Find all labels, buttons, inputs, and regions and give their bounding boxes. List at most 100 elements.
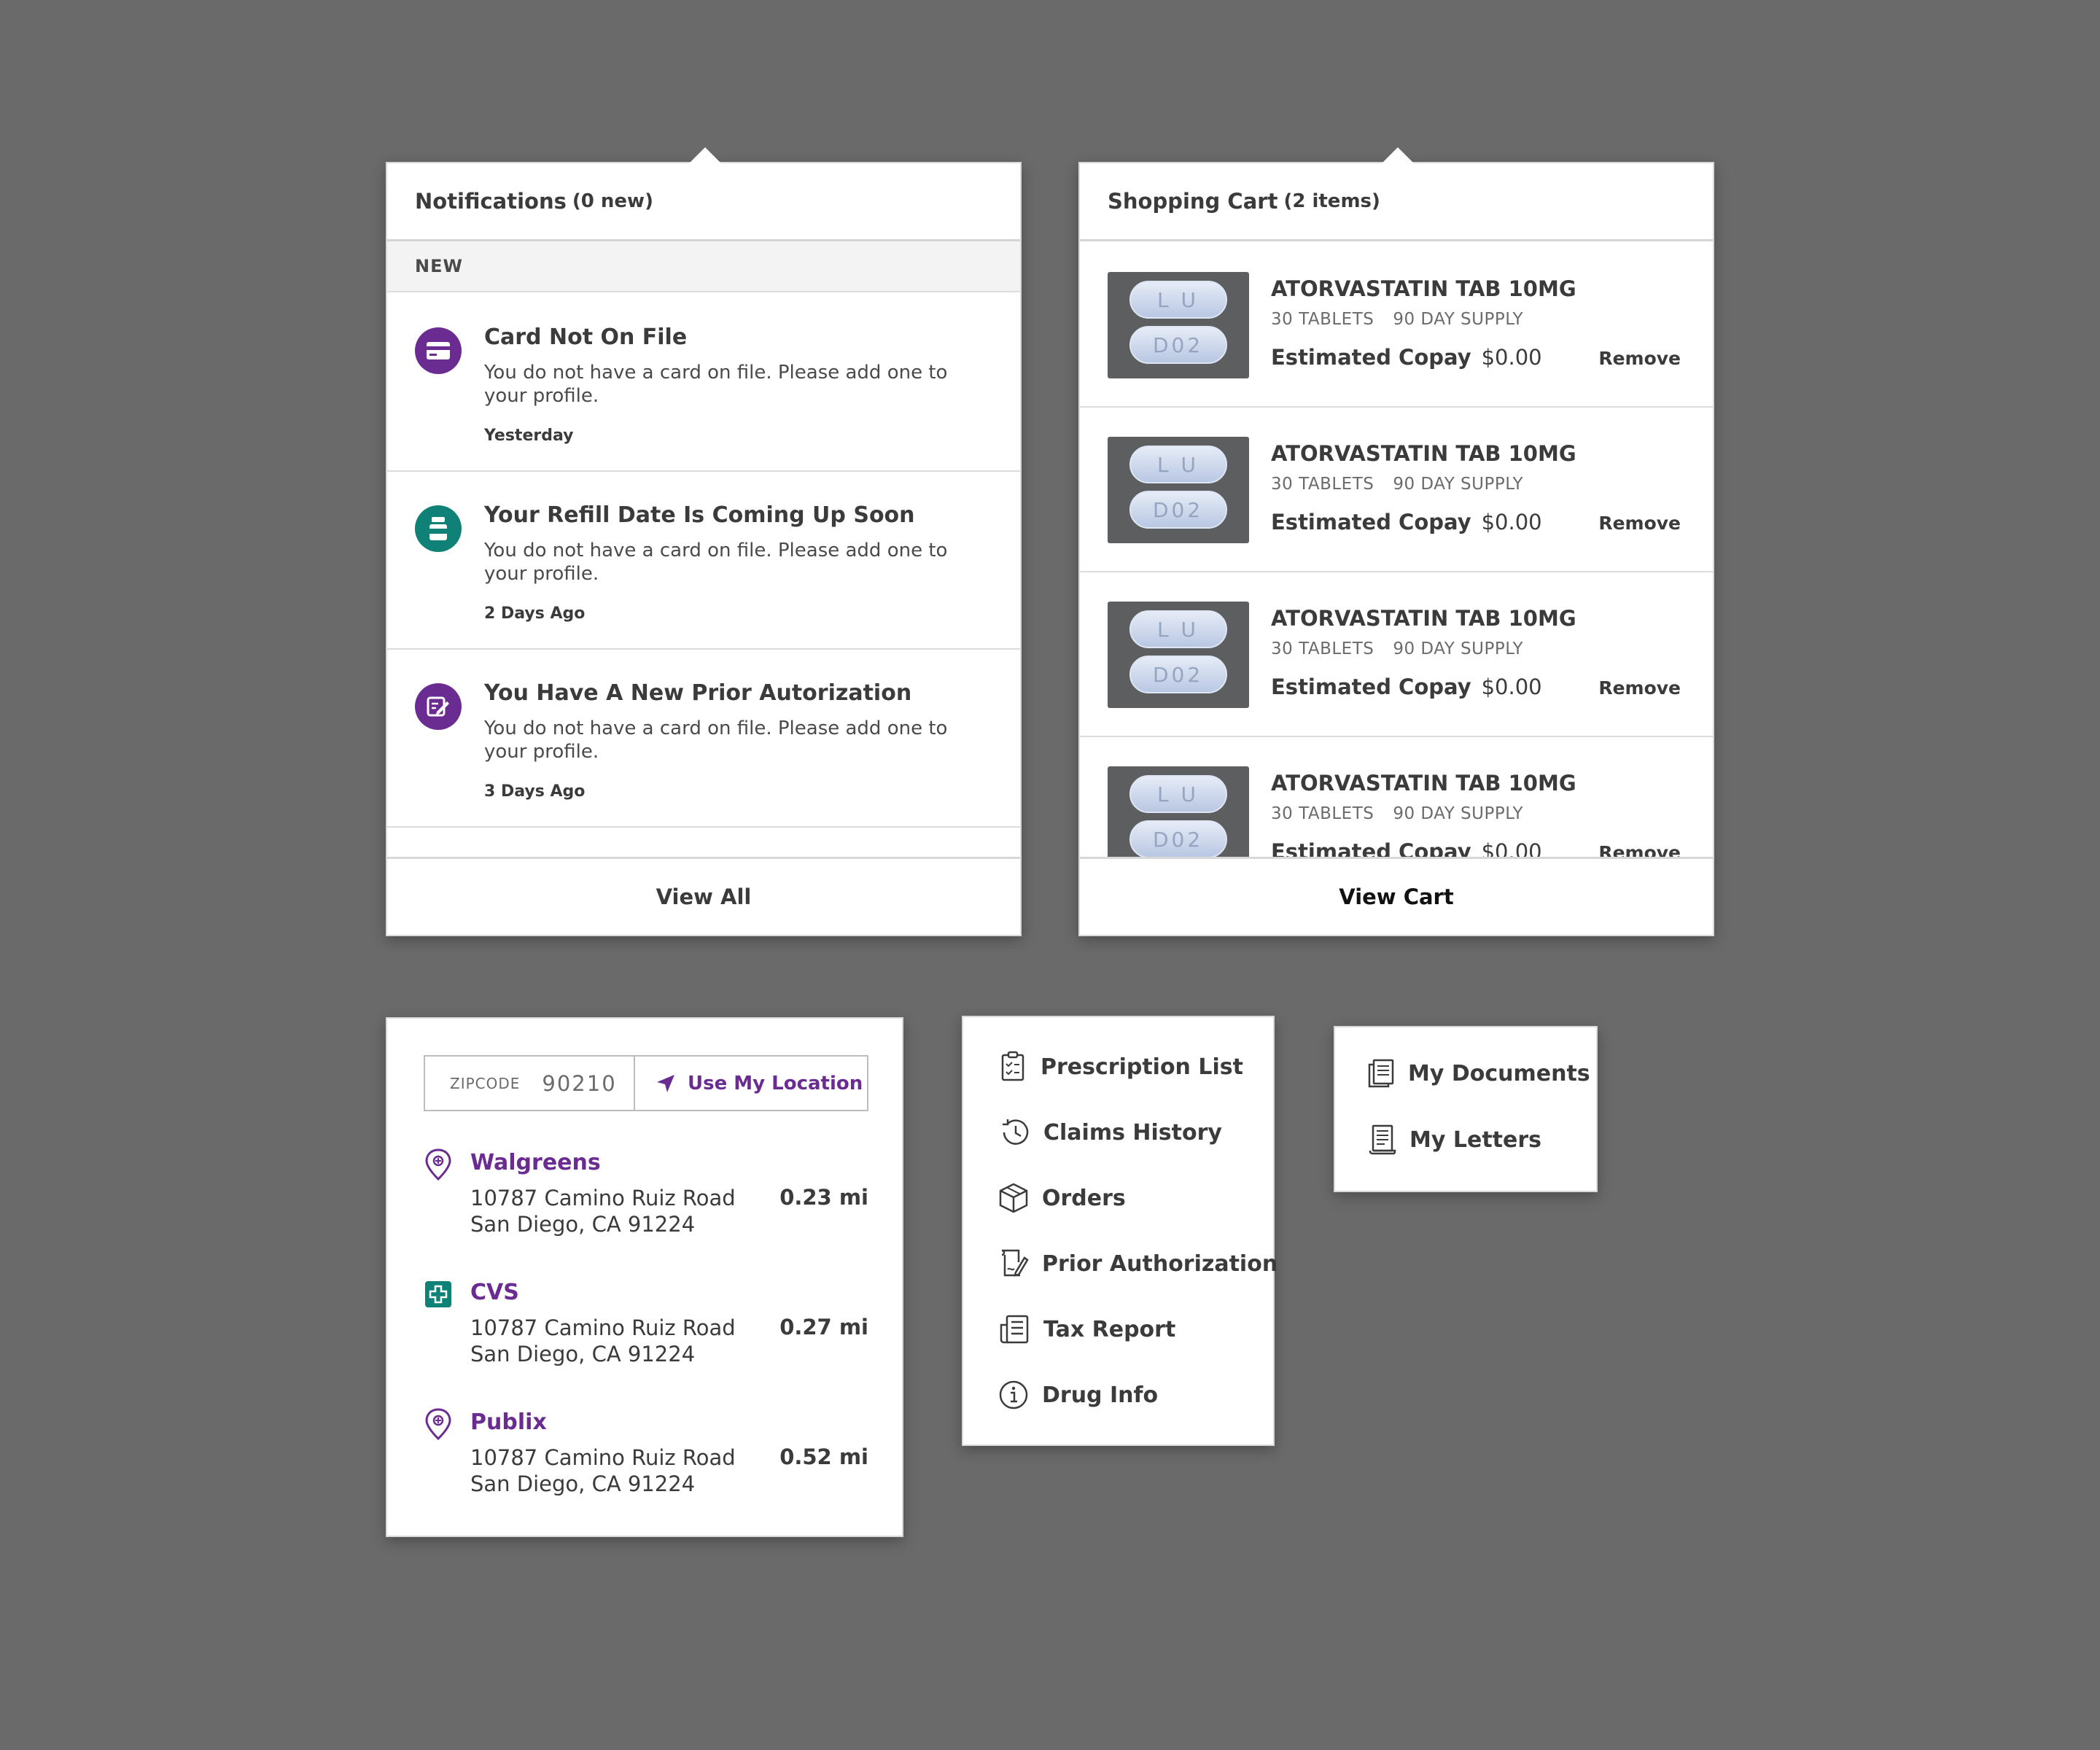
drug-quantity: 30 TABLETS [1271,310,1374,329]
pill-image: L U D02 [1108,766,1249,857]
pill-image: L U D02 [1108,437,1249,543]
notification-item[interactable]: You Have A New Prior Autorization You do… [387,650,1020,828]
section-label-new: NEW [387,241,1020,292]
cart-item: L U D02 ATORVASTATIN TAB 10MG 30 TABLETS… [1080,408,1713,572]
pharmacy-address: 10787 Camino Ruiz Road San Diego, CA 9122… [470,1185,736,1237]
pharmacy-address: 10787 Camino Ruiz Road San Diego, CA 9122… [470,1315,736,1367]
notifications-title: Notifications [415,189,567,214]
menu-item-claims-history[interactable]: Claims History [998,1116,1222,1148]
pharmacy-locator: ZIPCODE 90210 Use My Location Walgreens … [386,1017,903,1537]
history-icon [1003,1119,1029,1145]
view-all-button[interactable]: View All [387,857,1020,935]
menu-item-orders[interactable]: Orders [998,1182,1126,1214]
drug-quantity: 30 TABLETS [1271,804,1374,823]
notification-text: You do not have a card on file. Please a… [484,718,948,763]
drug-name: ATORVASTATIN TAB 10MG [1271,441,1576,466]
remove-button[interactable]: Remove [1598,842,1681,857]
box-icon [999,1183,1028,1213]
report-icon [1000,1315,1029,1344]
notifications-count: (0 new) [572,190,653,212]
pill-imprint-bottom: D02 [1153,828,1204,852]
copay-label: Estimated Copay [1271,345,1471,370]
estimated-copay: Estimated Copay $0.00 [1271,510,1542,534]
menu-label: Prior Authorization [1042,1251,1278,1277]
credit-card-icon [415,327,462,374]
pharmacy-address: 10787 Camino Ruiz Road San Diego, CA 9122… [470,1444,736,1497]
drug-quantity: 30 TABLETS [1271,639,1374,658]
zipcode-label: ZIPCODE [450,1074,521,1092]
notifications-header: Notifications (0 new) [387,163,1020,241]
cart-header: Shopping Cart (2 items) [1080,163,1713,241]
notification-text: You do not have a card on file. Please a… [484,540,948,585]
cart-item: L U D02 ATORVASTATIN TAB 10MG 30 TABLETS… [1080,572,1713,737]
notification-item[interactable]: Card Not On File You do not have a card … [387,294,1020,472]
map-pin-icon [425,1148,451,1181]
menu-label: Drug Info [1042,1382,1159,1408]
menu-label: Orders [1042,1185,1126,1211]
drug-supply: 90 DAY SUPPLY [1393,475,1524,494]
menu-label: Claims History [1043,1119,1222,1146]
remove-button[interactable]: Remove [1598,348,1681,369]
cart-item: L U D02 ATORVASTATIN TAB 10MG 30 TABLETS… [1080,243,1713,408]
letters-icon [1369,1124,1396,1155]
view-cart-button[interactable]: View Cart [1080,857,1713,935]
cart-item: L U D02 ATORVASTATIN TAB 10MG 30 TABLETS… [1080,737,1713,857]
address-line-1: 10787 Camino Ruiz Road [470,1315,736,1340]
notifications-list[interactable]: Card Not On File You do not have a card … [387,294,1020,857]
cart-count: (2 items) [1283,190,1380,212]
menu-item-prior-authorization[interactable]: Prior Authorization [998,1248,1278,1280]
drug-meta: 30 TABLETS 90 DAY SUPPLY [1271,804,1523,823]
pharmacy-item[interactable]: Publix 10787 Camino Ruiz Road San Diego, … [424,1408,868,1510]
drug-name: ATORVASTATIN TAB 10MG [1271,771,1576,796]
dropdown-caret [1382,147,1414,163]
copay-label: Estimated Copay [1271,674,1471,699]
estimated-copay: Estimated Copay $0.00 [1271,345,1542,370]
cart-title: Shopping Cart [1108,189,1278,214]
drug-supply: 90 DAY SUPPLY [1393,639,1524,658]
drug-meta: 30 TABLETS 90 DAY SUPPLY [1271,639,1523,658]
pill-imprint-bottom: D02 [1153,498,1204,522]
notification-title: Card Not On File [484,324,688,350]
notification-title: You Have A New Prior Autorization [484,680,912,706]
pill-imprint-top: L U [1157,618,1199,642]
pharmacy-item[interactable]: Walgreens 10787 Camino Ruiz Road San Dieg… [424,1148,868,1251]
pill-imprint-bottom: D02 [1153,333,1204,357]
menu-item-drug-info[interactable]: Drug Info [998,1379,1158,1411]
drug-supply: 90 DAY SUPPLY [1393,804,1524,823]
copay-label: Estimated Copay [1271,510,1471,534]
notifications-dropdown: Notifications (0 new) NEW Card Not On Fi… [386,147,1022,936]
documents-menu: My Documents My Letters [1334,1026,1598,1192]
pharmacy-name: Walgreens [470,1150,601,1175]
menu-item-my-documents[interactable]: My Documents [1367,1058,1590,1089]
menu-item-tax-report[interactable]: Tax Report [998,1313,1175,1345]
notification-time: 3 Days Ago [484,782,586,801]
use-my-location-button[interactable]: Use My Location [635,1057,867,1110]
zipcode-field[interactable]: ZIPCODE 90210 [425,1057,635,1110]
cart-list[interactable]: L U D02 ATORVASTATIN TAB 10MG 30 TABLETS… [1080,243,1713,857]
menu-item-prescription-list[interactable]: Prescription List [998,1051,1243,1083]
pill-imprint-top: L U [1157,782,1199,806]
remove-button[interactable]: Remove [1598,513,1681,534]
pharmacy-item[interactable]: CVS 10787 Camino Ruiz Road San Diego, CA … [424,1278,868,1380]
notification-text: You do not have a card on file. Please a… [484,362,948,407]
remove-button[interactable]: Remove [1598,677,1681,699]
notification-time: 2 Days Ago [484,604,586,623]
address-line-2: San Diego, CA 91224 [470,1471,696,1496]
drug-name: ATORVASTATIN TAB 10MG [1271,606,1576,631]
menu-item-my-letters[interactable]: My Letters [1367,1124,1541,1156]
drug-supply: 90 DAY SUPPLY [1393,310,1524,329]
pill-bottle-icon [415,505,462,552]
location-arrow-icon [657,1074,674,1092]
signature-icon [1001,1249,1029,1277]
pill-imprint-top: L U [1157,453,1199,477]
address-line-1: 10787 Camino Ruiz Road [470,1186,736,1210]
zipcode-input[interactable]: 90210 [542,1071,616,1096]
pill-imprint-top: L U [1157,288,1199,312]
pill-image: L U D02 [1108,602,1249,708]
notification-item[interactable]: Your Refill Date Is Coming Up Soon You d… [387,472,1020,650]
pharmacy-distance: 0.23 mi [779,1185,868,1210]
pill-imprint-bottom: D02 [1153,663,1204,687]
clipboard-icon [1001,1051,1024,1081]
copay-value: $0.00 [1481,839,1542,857]
pharmacy-name: CVS [470,1280,519,1305]
